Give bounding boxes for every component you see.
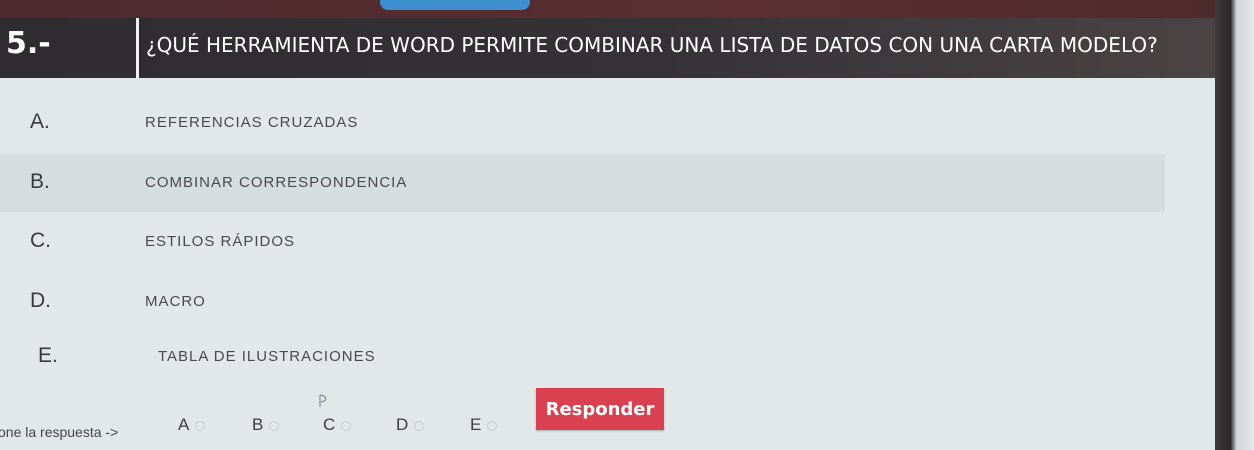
option-letter: D. bbox=[30, 289, 51, 312]
answer-choice-c[interactable]: C bbox=[323, 415, 352, 437]
answer-choice-e[interactable]: E bbox=[470, 415, 498, 437]
answer-choice-b[interactable]: B bbox=[252, 415, 280, 437]
option-row-c[interactable]: C. ESTILOS RÁPIDOS bbox=[0, 213, 1165, 271]
answer-choice-d[interactable]: D bbox=[396, 415, 425, 437]
option-letter: E. bbox=[38, 344, 58, 367]
answer-choice-letter: B bbox=[252, 415, 264, 434]
option-row-b[interactable]: B. COMBINAR CORRESPONDENCIA bbox=[0, 154, 1165, 212]
handwritten-mark bbox=[319, 394, 327, 407]
radio-button[interactable] bbox=[269, 420, 280, 431]
option-row-e[interactable]: E. TABLA DE ILUSTRACIONES bbox=[0, 328, 1165, 386]
option-text: TABLA DE ILUSTRACIONES bbox=[158, 348, 376, 365]
radio-button[interactable] bbox=[195, 420, 206, 431]
radio-button[interactable] bbox=[341, 420, 352, 431]
answer-choice-letter: E bbox=[470, 415, 482, 434]
question-number: 5.- bbox=[6, 26, 51, 61]
question-text: ¿QUÉ HERRAMIENTA DE WORD PERMITE COMBINA… bbox=[146, 33, 1158, 57]
answer-choice-letter: C bbox=[323, 415, 336, 434]
option-row-a[interactable]: A. REFERENCIAS CRUZADAS bbox=[0, 94, 1165, 152]
answer-choice-letter: A bbox=[178, 415, 190, 434]
browser-tab-indicator bbox=[380, 0, 530, 10]
answer-choice-a[interactable]: A bbox=[178, 415, 206, 437]
option-text: COMBINAR CORRESPONDENCIA bbox=[145, 174, 408, 191]
option-letter: C. bbox=[30, 229, 51, 252]
radio-button[interactable] bbox=[414, 420, 425, 431]
answer-choice-letter: D bbox=[396, 415, 409, 434]
option-text: MACRO bbox=[145, 293, 206, 310]
screen-bezel bbox=[1215, 0, 1254, 450]
option-text: ESTILOS RÁPIDOS bbox=[145, 233, 296, 250]
answer-prompt: one la respuesta -> bbox=[0, 424, 119, 440]
option-text: REFERENCIAS CRUZADAS bbox=[145, 114, 359, 131]
radio-button[interactable] bbox=[487, 420, 498, 431]
header-divider bbox=[136, 18, 139, 78]
option-letter: A. bbox=[30, 110, 50, 133]
option-row-d[interactable]: D. MACRO bbox=[0, 273, 1165, 331]
submit-answer-button[interactable]: Responder bbox=[536, 388, 664, 430]
option-letter: B. bbox=[30, 170, 50, 193]
